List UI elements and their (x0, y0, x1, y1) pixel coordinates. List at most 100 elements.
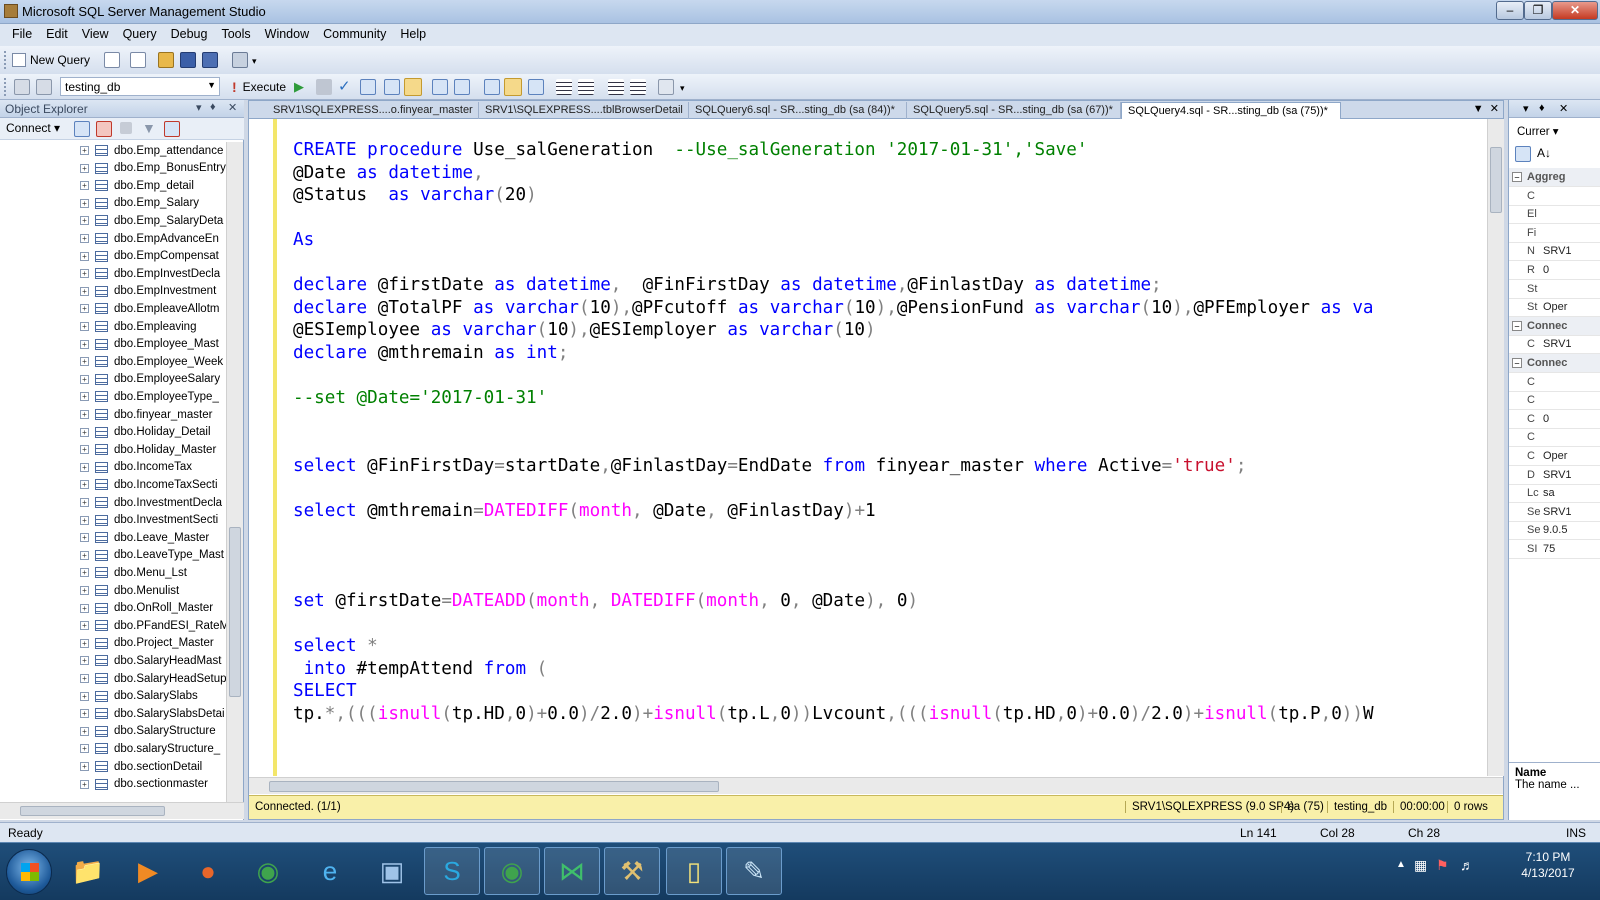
pane-close-icon[interactable]: ✕ (228, 101, 237, 114)
expand-icon[interactable]: + (80, 181, 89, 191)
tree-item[interactable]: + dbo.InvestmentSecti (80, 512, 226, 529)
media-player-icon[interactable]: ▶ (120, 847, 176, 895)
expand-icon[interactable]: + (80, 216, 89, 226)
expand-icon[interactable]: + (80, 392, 89, 402)
code-line[interactable]: select @FinFirstDay=startDate,@FinlastDa… (293, 455, 1374, 478)
code-line[interactable]: declare @firstDate as datetime, @FinFirs… (293, 274, 1374, 297)
tree-horizontal-scrollbar[interactable] (0, 802, 244, 819)
categorized-icon[interactable] (1515, 146, 1531, 162)
tree-item[interactable]: + dbo.Project_Master (80, 635, 226, 652)
tree-item[interactable]: + dbo.SalaryStructure (80, 723, 226, 740)
property-row[interactable]: Lc sa (1509, 484, 1600, 504)
property-row[interactable]: C SRV1 (1509, 335, 1600, 355)
expand-icon[interactable]: + (80, 427, 89, 437)
property-row[interactable]: C (1509, 187, 1600, 206)
tree-item[interactable]: + dbo.Emp_attendance (80, 142, 226, 159)
code-line[interactable] (293, 364, 1374, 387)
scrollbar-thumb[interactable] (269, 781, 719, 792)
scrollbar-thumb[interactable] (229, 527, 241, 697)
code-line[interactable]: set @firstDate=DATEADD(month, DATEDIFF(m… (293, 590, 1374, 613)
close-button[interactable]: ✕ (1552, 1, 1598, 20)
disconnect-icon[interactable] (96, 121, 112, 137)
tab-list-icon[interactable]: ▼ (1473, 103, 1484, 115)
results-to-text-icon[interactable] (454, 79, 470, 95)
tab-close-icon[interactable]: ✕ (1490, 103, 1499, 115)
expand-icon[interactable]: + (80, 533, 89, 543)
code-line[interactable] (293, 545, 1374, 568)
tab-sqlquery5[interactable]: SQLQuery5.sql - SR...sting_db (sa (67))* (907, 102, 1121, 119)
code-line[interactable] (293, 477, 1374, 500)
tab-browser-detail[interactable]: SRV1\SQLEXPRESS....tblBrowserDetail (479, 102, 689, 119)
code-line[interactable] (293, 432, 1374, 455)
tree-item[interactable]: + dbo.Empleaving (80, 318, 226, 335)
code-line[interactable] (293, 612, 1374, 635)
alphabetical-icon[interactable]: A↓ (1537, 146, 1553, 162)
property-row[interactable]: SI 75 (1509, 540, 1600, 559)
include-plan-icon[interactable] (404, 78, 422, 96)
expand-icon[interactable]: + (80, 410, 89, 419)
code-line[interactable]: @ESIemployee as varchar(10),@ESIemployer… (293, 319, 1374, 342)
tree-item[interactable]: + dbo.EmployeeSalary (80, 371, 226, 388)
save-icon[interactable] (180, 52, 196, 68)
code-line[interactable] (293, 410, 1374, 433)
expand-icon[interactable]: + (80, 691, 89, 701)
tree-item[interactable]: + dbo.OnRoll_Master (80, 600, 226, 617)
connect-server-icon[interactable] (74, 121, 90, 137)
property-row[interactable]: N SRV1 (1509, 242, 1600, 262)
expand-icon[interactable]: + (80, 357, 89, 367)
expand-icon[interactable]: + (80, 374, 89, 384)
code-area[interactable]: CREATE procedure Use_salGeneration --Use… (249, 119, 1485, 776)
chrome-window-icon[interactable]: ◉ (484, 847, 540, 895)
notes-icon[interactable]: ▯ (666, 847, 722, 895)
expand-icon[interactable]: + (80, 322, 89, 331)
code-line[interactable]: select @mthremain=DATEDIFF(month, @Date,… (293, 500, 1374, 523)
expand-icon[interactable]: + (80, 726, 89, 736)
pane-dropdown-icon[interactable]: ▾ (1523, 102, 1529, 115)
parse-checkmark-icon[interactable]: ✓ (338, 77, 351, 95)
minimize-button[interactable]: – (1496, 1, 1524, 20)
expand-icon[interactable]: + (80, 163, 89, 173)
specify-values-icon[interactable] (658, 79, 674, 95)
start-button[interactable] (6, 849, 52, 895)
menu-community[interactable]: Community (316, 24, 393, 41)
connect-icon[interactable] (14, 79, 30, 95)
comment-lines-icon[interactable] (556, 79, 572, 95)
expand-icon[interactable]: + (80, 462, 89, 472)
debug-play-icon[interactable]: ▶ (294, 79, 304, 95)
visual-studio-icon[interactable]: ⋈ (544, 847, 600, 895)
stop-icon[interactable] (316, 79, 332, 95)
property-row[interactable]: C0 (1509, 410, 1600, 429)
tree-item[interactable]: + dbo.EmpInvestDecla (80, 265, 226, 282)
open-folder-icon[interactable] (158, 52, 174, 68)
results-to-file-icon[interactable] (504, 78, 522, 96)
menu-file[interactable]: File (5, 24, 39, 41)
tree-vertical-scrollbar[interactable] (226, 142, 243, 802)
menu-edit[interactable]: Edit (39, 24, 75, 41)
code-line[interactable] (293, 252, 1374, 275)
editor-vertical-scrollbar[interactable] (1487, 119, 1504, 776)
expand-icon[interactable]: + (80, 498, 89, 507)
editor-horizontal-scrollbar[interactable] (249, 777, 1503, 794)
pane-dropdown-icon[interactable]: ▾ (196, 101, 202, 114)
expand-icon[interactable]: + (80, 674, 89, 683)
collapse-icon[interactable]: – (1512, 358, 1522, 368)
menu-query[interactable]: Query (116, 24, 164, 41)
tree-item[interactable]: + dbo.Holiday_Detail (80, 424, 226, 441)
tree-item[interactable]: + dbo.LeaveType_Mast (80, 547, 226, 564)
menu-debug[interactable]: Debug (164, 24, 215, 41)
tree-item[interactable]: + dbo.Emp_BonusEntry (80, 160, 226, 177)
property-row[interactable]: St Oper (1509, 298, 1600, 318)
expand-icon[interactable]: + (80, 568, 89, 578)
code-line[interactable]: CREATE procedure Use_salGeneration --Use… (293, 139, 1374, 162)
save-all-icon[interactable] (202, 52, 218, 68)
property-category[interactable]: – Aggreg (1509, 168, 1600, 187)
tab-sqlquery4[interactable]: SQLQuery4.sql - SR...sting_db (sa (75))* (1121, 102, 1341, 119)
code-line[interactable]: into #tempAttend from ( (293, 658, 1374, 681)
code-line[interactable] (293, 522, 1374, 545)
filter-icon[interactable]: ▼ (142, 120, 156, 136)
activity-monitor-icon[interactable] (232, 52, 248, 68)
file-explorer-icon[interactable]: 📁 (60, 847, 116, 895)
property-row[interactable]: R0 (1509, 261, 1600, 280)
refresh-icon[interactable] (164, 121, 180, 137)
query-designer-icon[interactable] (384, 79, 400, 95)
